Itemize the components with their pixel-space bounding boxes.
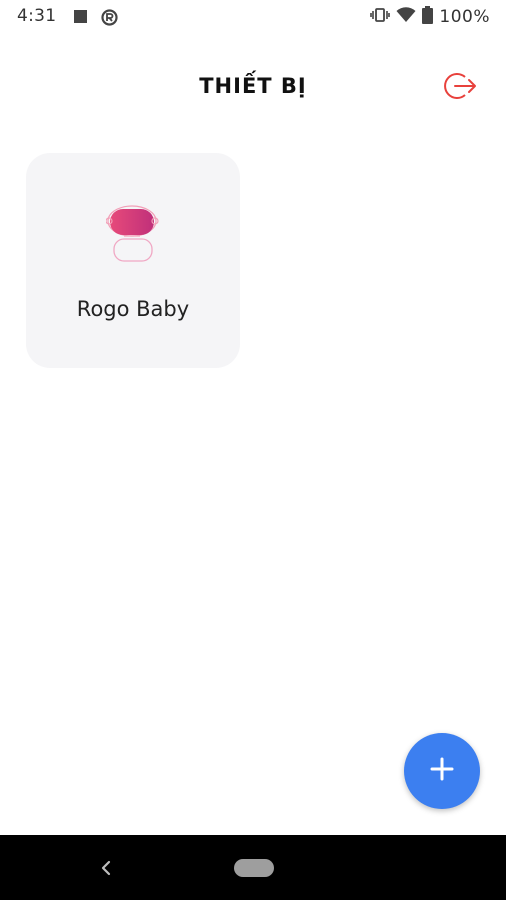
plus-icon: [430, 757, 454, 785]
wifi-icon: [396, 7, 416, 27]
battery-icon: [422, 6, 434, 28]
back-icon[interactable]: [96, 857, 116, 879]
status-time: 4:31: [17, 6, 57, 26]
stop-square-icon: [73, 9, 88, 28]
circle-r-icon: [101, 9, 118, 30]
home-pill-icon[interactable]: [234, 859, 274, 877]
add-device-button[interactable]: [404, 733, 480, 809]
page-title: THIẾT BỊ: [199, 74, 307, 98]
device-name: Rogo Baby: [76, 297, 190, 321]
logout-icon: [441, 70, 477, 106]
baby-monitor-icon: [105, 203, 160, 269]
status-right-group: 100%: [370, 6, 490, 28]
device-card[interactable]: Rogo Baby: [26, 153, 240, 368]
status-bar: 4:31 100%: [0, 0, 506, 36]
logout-button[interactable]: [440, 69, 478, 107]
system-nav-bar: [0, 835, 506, 900]
vibrate-icon: [370, 7, 391, 27]
battery-percent: 100%: [439, 7, 490, 27]
